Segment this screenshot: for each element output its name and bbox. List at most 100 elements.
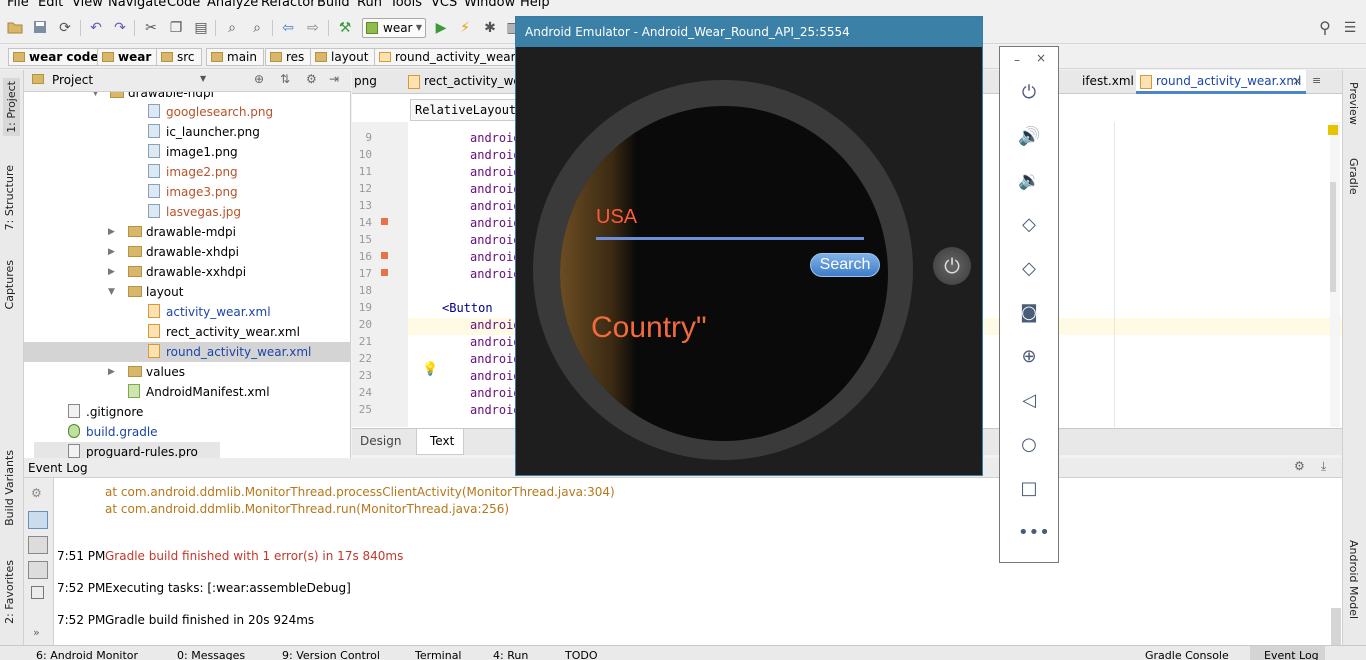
minimize-icon[interactable]: – — [1014, 53, 1020, 67]
cut-icon[interactable]: ✂ — [143, 20, 159, 36]
tab-version-control[interactable]: 9: Version Control — [282, 649, 380, 660]
tab-android-monitor[interactable]: 6: Android Monitor — [36, 649, 138, 660]
tree-item-file[interactable]: rect_activity_wear.xml — [148, 322, 300, 342]
open-folder-icon[interactable] — [7, 20, 23, 36]
forward-icon[interactable]: ⇨ — [305, 20, 321, 36]
paste-icon[interactable]: ▤ — [193, 20, 209, 36]
breadcrumb-item[interactable]: res — [265, 48, 312, 66]
find-icon[interactable]: ⌕ — [224, 20, 240, 36]
close-icon[interactable]: × — [1036, 51, 1046, 65]
tree-item-file[interactable]: image1.png — [148, 142, 238, 162]
volume-down-icon[interactable]: 🔉 — [1018, 170, 1040, 192]
lightbulb-icon[interactable]: 💡 — [422, 362, 438, 377]
menu-code[interactable]: Code — [167, 0, 200, 10]
tab-messages[interactable]: 0: Messages — [177, 649, 245, 660]
chevron-down-icon[interactable]: ▼ — [200, 74, 206, 83]
run-config-dropdown[interactable]: wear ▼ — [362, 18, 426, 38]
camera-icon[interactable]: ◙ — [1018, 302, 1040, 324]
tree-item-folder[interactable]: ▼ layout — [108, 282, 183, 302]
home-icon[interactable]: ○ — [1018, 434, 1040, 456]
breadcrumb-item[interactable]: wear — [97, 48, 159, 66]
tree-item-file[interactable]: AndroidManifest.xml — [128, 382, 270, 402]
tab-preview[interactable]: Preview — [1347, 82, 1360, 125]
breadcrumb-item[interactable]: main — [206, 48, 264, 66]
power-icon[interactable]: ⏻ — [1018, 82, 1040, 104]
tree-item-file-selected[interactable]: round_activity_wear.xml — [24, 342, 351, 362]
sync-icon[interactable]: ⟳ — [57, 20, 73, 36]
apply-changes-icon[interactable]: ⚡ — [457, 20, 473, 36]
overview-icon[interactable]: □ — [1018, 478, 1040, 500]
scroll-to-end-icon[interactable] — [28, 536, 48, 554]
scrollbar-thumb[interactable] — [1331, 608, 1341, 645]
run-icon[interactable]: ▶ — [433, 20, 449, 36]
tree-item-file[interactable]: image2.png — [148, 162, 238, 182]
hide-panel-icon[interactable]: ⤓ — [1321, 459, 1326, 474]
menu-file[interactable]: File — [7, 0, 29, 10]
tab-android-model[interactable]: Android Model — [1347, 540, 1360, 619]
tree-item-folder[interactable]: ▶ drawable-mdpi — [108, 222, 236, 242]
more-icon[interactable]: ••• — [1018, 522, 1050, 544]
menu-tools[interactable]: Tools — [390, 0, 422, 10]
collapse-all-icon[interactable]: ⇅ — [280, 72, 290, 86]
breadcrumb-item[interactable]: wear code — [8, 48, 106, 66]
tree-item-file[interactable]: lasvegas.jpg — [148, 202, 241, 222]
back-icon[interactable]: ⇦ — [280, 20, 296, 36]
tab-gradle-console[interactable]: Gradle Console — [1145, 649, 1229, 660]
menu-view[interactable]: View — [72, 0, 103, 10]
search-icon[interactable]: ⚲ — [1317, 20, 1333, 36]
watch-power-button[interactable]: ⏻ — [933, 247, 971, 285]
tab-captures[interactable]: Captures — [3, 260, 16, 309]
chevron-down-icon[interactable]: ▼ — [92, 92, 102, 103]
menu-refactor[interactable]: Refactor — [261, 0, 316, 10]
chevron-down-icon[interactable]: ▼ — [108, 282, 118, 302]
editor-scrollbar[interactable] — [1328, 122, 1340, 427]
tree-item-file[interactable]: build.gradle — [68, 422, 158, 442]
menu-edit[interactable]: Edit — [38, 0, 63, 10]
tree-item-file[interactable]: ic_launcher.png — [148, 122, 260, 142]
rotate-left-icon[interactable]: ◇ — [1018, 214, 1040, 236]
volume-up-icon[interactable]: 🔊 — [1018, 126, 1040, 148]
save-icon[interactable] — [32, 20, 48, 36]
tab-structure[interactable]: 7: Structure — [3, 165, 16, 230]
undo-icon[interactable]: ↶ — [88, 20, 104, 36]
more-icon[interactable]: » — [33, 626, 40, 639]
zoom-icon[interactable]: ⊕ — [1018, 346, 1040, 368]
country-input[interactable]: USA — [596, 206, 637, 229]
tab-todo[interactable]: TODO — [565, 649, 598, 660]
event-log-icon[interactable]: ☰ — [1342, 20, 1358, 36]
menu-navigate[interactable]: Navigate — [108, 0, 166, 10]
breadcrumb-item[interactable]: layout — [310, 48, 376, 66]
menu-vcs[interactable]: VCS — [431, 0, 457, 10]
emulator-title-bar[interactable]: Android Emulator - Android_Wear_Round_AP… — [516, 17, 982, 47]
log-message[interactable]: Gradle build finished with 1 error(s) in… — [105, 549, 403, 563]
rotate-right-icon[interactable]: ◇ — [1018, 258, 1040, 280]
tree-item-folder[interactable]: ▶ values — [108, 362, 185, 382]
make-project-icon[interactable]: ⚒ — [337, 20, 353, 36]
scroll-from-source-icon[interactable]: ⊕ — [254, 72, 264, 86]
menu-run[interactable]: Run — [357, 0, 382, 10]
soft-wrap-icon[interactable] — [28, 511, 48, 529]
settings-icon[interactable]: ⚙ — [31, 486, 42, 500]
tab-manifest[interactable]: ifest.xml× — [1080, 70, 1150, 94]
replace-icon[interactable]: ⌕ — [249, 20, 265, 36]
tab-project[interactable]: 1: Project — [3, 78, 20, 136]
tree-item-folder[interactable]: ▶ drawable-xxhdpi — [108, 262, 246, 282]
tab-list-icon[interactable]: ≡ — [1312, 74, 1321, 87]
scrollbar-thumb[interactable] — [1330, 182, 1336, 292]
tab-build-variants[interactable]: Build Variants — [3, 450, 16, 526]
copy-icon[interactable]: ❐ — [168, 20, 184, 36]
redo-icon[interactable]: ↷ — [112, 20, 128, 36]
tab-design[interactable]: Design — [360, 434, 401, 448]
menu-help[interactable]: Help — [520, 0, 550, 10]
search-button[interactable]: Search — [810, 253, 880, 277]
tree-item-file[interactable]: .gitignore — [68, 402, 143, 422]
gear-icon[interactable]: ⚙ — [1294, 459, 1305, 473]
tab-round-activity-wear[interactable]: round_activity_wear.xml × — [1136, 70, 1306, 94]
checkbox-icon[interactable] — [31, 586, 44, 599]
chevron-right-icon[interactable]: ▶ — [108, 362, 118, 382]
back-icon[interactable]: ◁ — [1018, 390, 1040, 412]
mark-read-icon[interactable] — [28, 561, 48, 579]
tree-item-file[interactable]: image3.png — [148, 182, 238, 202]
tab-event-log[interactable]: Event Log — [1250, 646, 1325, 660]
tab-terminal[interactable]: Terminal — [415, 649, 462, 660]
